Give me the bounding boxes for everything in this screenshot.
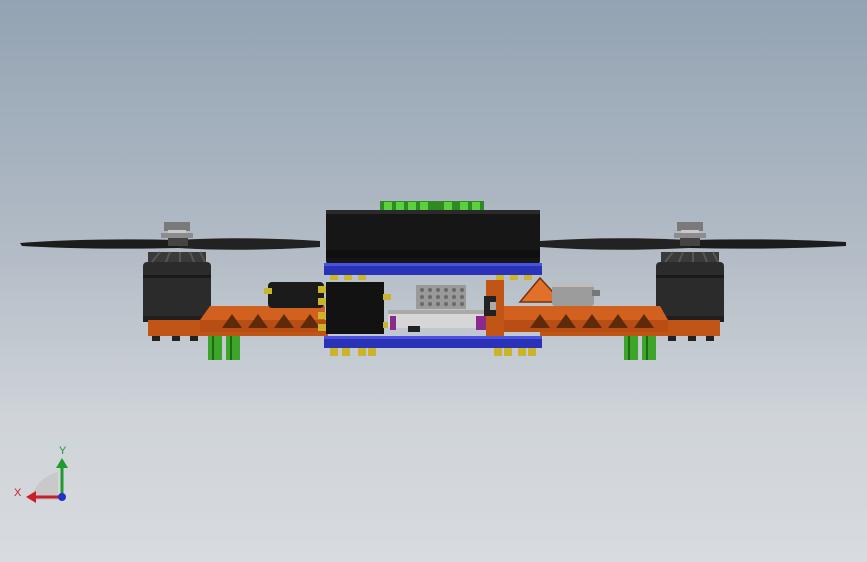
propeller-right (540, 236, 846, 250)
orientation-triad: Y X (14, 445, 68, 503)
motor-left (143, 251, 211, 322)
motor-right (656, 251, 724, 322)
fpv-camera (416, 285, 466, 309)
vtx-antenna-module (552, 282, 600, 306)
landing-leg-left (208, 336, 240, 360)
prop-nut-right (674, 222, 706, 238)
y-axis-label: Y (59, 445, 67, 457)
bottom-plate (324, 336, 542, 356)
propeller-left (20, 236, 320, 250)
z-axis-dot (58, 493, 66, 501)
cad-viewport[interactable]: Y X (0, 0, 867, 562)
battery (326, 210, 540, 264)
motor-screws-right (668, 336, 714, 341)
right-standoff-column (484, 280, 504, 336)
prop-nut-left (161, 222, 193, 238)
motor-screws-left (152, 336, 198, 341)
x-axis-label: X (14, 487, 22, 499)
landing-leg-right (624, 336, 656, 360)
y-axis-arrowhead (56, 458, 68, 468)
x-axis-arrowhead (26, 491, 36, 503)
top-plate (324, 263, 542, 280)
